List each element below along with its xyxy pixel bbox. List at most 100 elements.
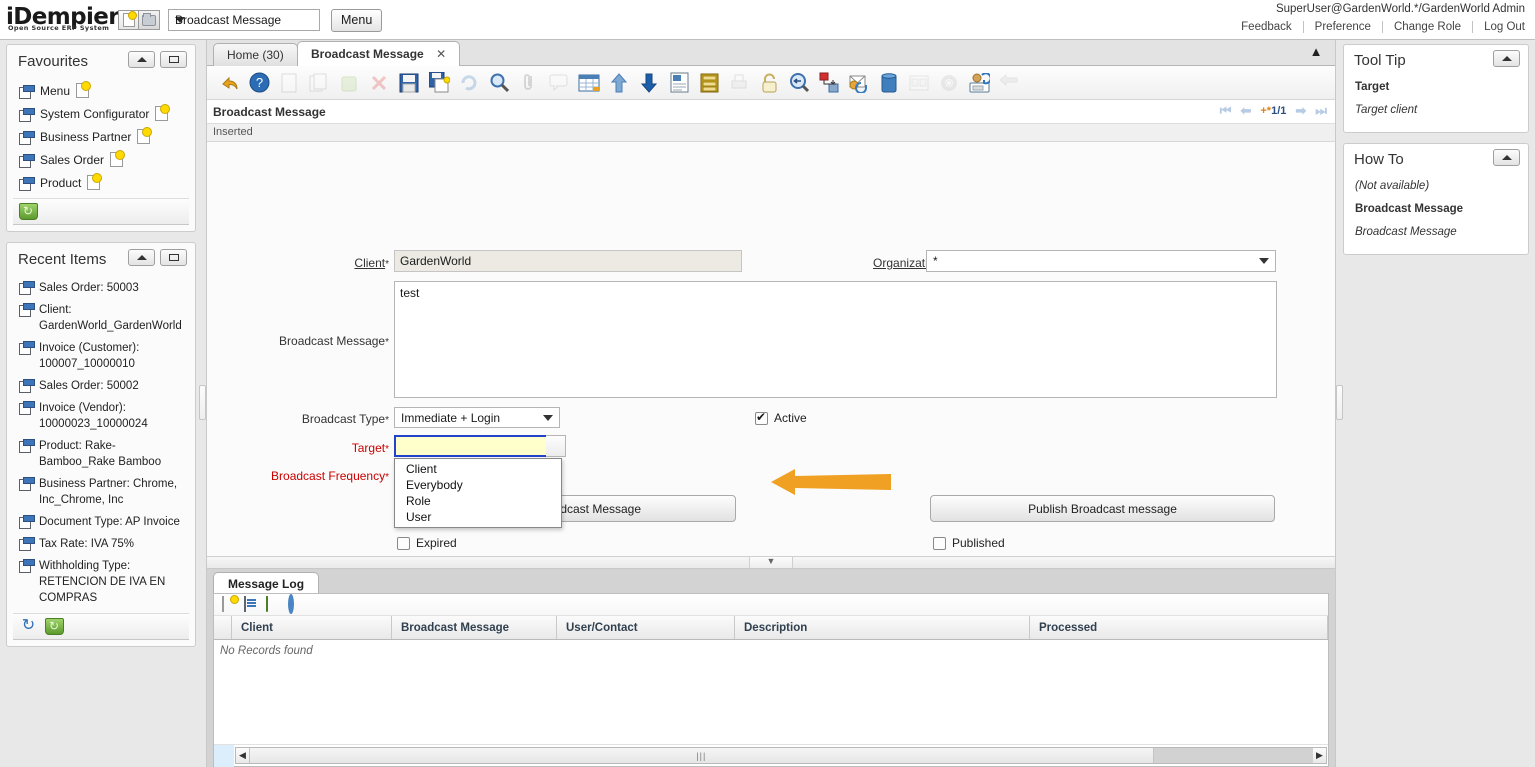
save-icon[interactable] bbox=[396, 70, 422, 96]
document-icon[interactable] bbox=[110, 150, 126, 167]
export-icon[interactable] bbox=[906, 70, 932, 96]
tab-message-log[interactable]: Message Log bbox=[213, 572, 320, 593]
scroll-right-arrow-icon[interactable]: ▶ bbox=[1313, 748, 1326, 763]
document-icon[interactable] bbox=[76, 81, 92, 98]
scrollbar-empty[interactable] bbox=[1154, 748, 1313, 763]
close-icon[interactable]: ✕ bbox=[436, 47, 446, 61]
first-record-icon[interactable]: ⏮ bbox=[1220, 103, 1232, 119]
broadcast-message-textarea[interactable]: test bbox=[394, 281, 1277, 398]
new-record-icon[interactable] bbox=[276, 70, 302, 96]
delete-selection-icon[interactable] bbox=[366, 70, 392, 96]
chat-icon[interactable] bbox=[546, 70, 572, 96]
request-icon[interactable] bbox=[846, 70, 872, 96]
published-checkbox[interactable] bbox=[933, 536, 946, 550]
target-dropdown-list[interactable]: Client Everybody Role User bbox=[394, 458, 562, 528]
attachment-icon[interactable] bbox=[516, 70, 542, 96]
panel-splitter[interactable]: ▼ bbox=[207, 557, 1335, 569]
published-checkbox-row[interactable]: Published bbox=[933, 536, 1005, 550]
list-item[interactable]: Business Partner: Chrome, Inc_Chrome, In… bbox=[13, 473, 189, 511]
collapse-button[interactable] bbox=[1493, 149, 1520, 166]
undo-icon[interactable] bbox=[216, 70, 242, 96]
edit-record-icon[interactable] bbox=[244, 596, 261, 614]
list-item[interactable]: Withholding Type: RETENCION DE IVA EN CO… bbox=[13, 555, 189, 609]
target-dropdown-button[interactable] bbox=[546, 435, 566, 457]
expired-checkbox-row[interactable]: Expired bbox=[397, 536, 457, 550]
dropdown-option-client[interactable]: Client bbox=[395, 461, 561, 477]
collapse-button[interactable] bbox=[128, 51, 155, 68]
target-combo[interactable] bbox=[394, 435, 566, 457]
trash-icon[interactable] bbox=[19, 203, 38, 220]
print-icon[interactable] bbox=[726, 70, 752, 96]
collapse-button[interactable] bbox=[1493, 50, 1520, 67]
parent-record-icon[interactable] bbox=[606, 70, 632, 96]
window-select[interactable]: Broadcast Message bbox=[168, 9, 320, 31]
list-item[interactable]: Sales Order: 50002 bbox=[13, 375, 189, 397]
dropdown-option-role[interactable]: Role bbox=[395, 493, 561, 509]
organization-select[interactable]: * bbox=[926, 250, 1276, 272]
menu-button[interactable]: Menu bbox=[331, 9, 383, 32]
delete-record-icon[interactable] bbox=[336, 70, 362, 96]
column-header-description[interactable]: Description bbox=[735, 616, 1030, 639]
open-window-button[interactable] bbox=[139, 10, 160, 30]
maximize-button[interactable] bbox=[160, 249, 187, 266]
broadcast-type-select[interactable]: Immediate + Login bbox=[394, 407, 560, 428]
report-icon[interactable] bbox=[666, 70, 692, 96]
active-workflow-icon[interactable] bbox=[816, 70, 842, 96]
column-header-client[interactable]: Client bbox=[232, 616, 392, 639]
save-and-create-icon[interactable] bbox=[426, 70, 452, 96]
collapse-header-button[interactable]: ▲ bbox=[1305, 43, 1327, 63]
list-item[interactable]: Menu bbox=[13, 79, 189, 102]
list-item[interactable]: Client: GardenWorld_GardenWorld bbox=[13, 299, 189, 337]
column-header-processed[interactable]: Processed bbox=[1030, 616, 1328, 639]
new-record-button[interactable] bbox=[118, 10, 139, 30]
gear-icon[interactable] bbox=[288, 594, 305, 614]
list-item[interactable]: System Configurator bbox=[13, 102, 189, 125]
grid-horizontal-scrollbar[interactable]: ◀ ||| ▶ bbox=[214, 744, 1328, 767]
list-item[interactable]: Product bbox=[13, 171, 189, 194]
document-icon[interactable] bbox=[137, 127, 153, 144]
splitter-grip[interactable]: ▼ bbox=[749, 557, 793, 568]
feedback-link[interactable]: Feedback bbox=[1230, 21, 1303, 33]
column-header-broadcast-message[interactable]: Broadcast Message bbox=[392, 616, 557, 639]
refresh-icon[interactable] bbox=[456, 70, 482, 96]
left-splitter-handle[interactable] bbox=[199, 385, 206, 420]
publish-broadcast-message-button[interactable]: Publish Broadcast message bbox=[930, 495, 1275, 522]
archive-icon[interactable] bbox=[696, 70, 722, 96]
list-item[interactable]: Invoice (Vendor): 10000023_10000024 bbox=[13, 397, 189, 435]
tab-home[interactable]: Home (30) bbox=[213, 43, 298, 66]
grid-toggle-icon[interactable] bbox=[576, 70, 602, 96]
scrollbar-track[interactable]: ◀ ||| ▶ bbox=[235, 747, 1327, 764]
right-splitter-handle[interactable] bbox=[1336, 385, 1343, 420]
expired-checkbox[interactable] bbox=[397, 536, 410, 550]
target-input[interactable] bbox=[394, 435, 546, 457]
list-item[interactable]: Invoice (Customer): 100007_10000010 bbox=[13, 337, 189, 375]
find-icon[interactable] bbox=[486, 70, 512, 96]
back-icon[interactable] bbox=[996, 70, 1022, 96]
list-item[interactable]: Sales Order: 50003 bbox=[13, 277, 189, 299]
maximize-button[interactable] bbox=[160, 51, 187, 68]
preference-link[interactable]: Preference bbox=[1304, 21, 1382, 33]
list-item[interactable]: Document Type: AP Invoice bbox=[13, 511, 189, 533]
list-item[interactable]: Product: Rake-Bamboo_Rake Bamboo bbox=[13, 435, 189, 473]
document-icon[interactable] bbox=[155, 104, 171, 121]
last-record-icon[interactable]: ⏭ bbox=[1315, 103, 1327, 119]
previous-record-icon[interactable]: ⬅ bbox=[1240, 103, 1251, 119]
new-record-icon[interactable] bbox=[222, 596, 239, 614]
scrollbar-thumb[interactable]: ||| bbox=[249, 748, 1154, 763]
trash-icon[interactable] bbox=[45, 618, 64, 635]
list-item[interactable]: Business Partner bbox=[13, 125, 189, 148]
active-checkbox[interactable] bbox=[755, 410, 768, 425]
lock-icon[interactable] bbox=[756, 70, 782, 96]
collapse-button[interactable] bbox=[128, 249, 155, 266]
dropdown-option-everybody[interactable]: Everybody bbox=[395, 477, 561, 493]
archived-documents-icon[interactable] bbox=[876, 70, 902, 96]
preference-gear-icon[interactable] bbox=[936, 70, 962, 96]
help-icon[interactable]: ? bbox=[246, 70, 272, 96]
list-item[interactable]: Tax Rate: IVA 75% bbox=[13, 533, 189, 555]
column-header-user-contact[interactable]: User/Contact bbox=[557, 616, 735, 639]
refresh-icon[interactable]: ↻ bbox=[19, 618, 38, 635]
next-record-icon[interactable]: ➡ bbox=[1295, 103, 1306, 119]
tab-broadcast-message[interactable]: Broadcast Message ✕ bbox=[297, 41, 461, 66]
list-item[interactable]: Sales Order bbox=[13, 148, 189, 171]
dropdown-option-user[interactable]: User bbox=[395, 509, 561, 525]
